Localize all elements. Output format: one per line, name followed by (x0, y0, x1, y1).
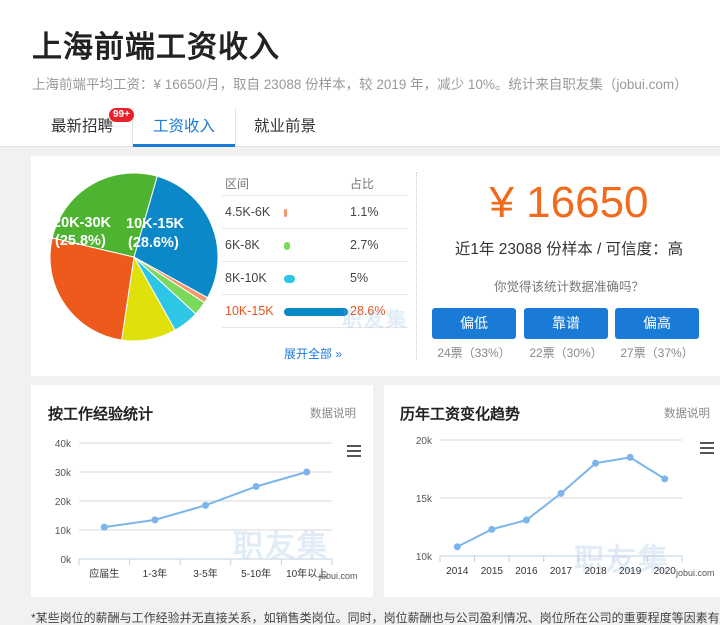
divider (416, 172, 417, 360)
x-tick-label: 1-3年 (143, 567, 167, 580)
x-tick-label: 10年以上 (286, 567, 327, 580)
table-row: 4.5K-6K 1.1% (222, 196, 408, 229)
data-point[interactable] (252, 483, 260, 490)
watermark: 职友集 (342, 309, 408, 331)
y-tick-label: 10k (55, 526, 72, 537)
x-tick-label: 3-5年 (193, 567, 217, 580)
row-ratio: 1.1% (350, 205, 379, 219)
row-range: 8K-10K (225, 271, 267, 285)
y-tick-label: 0k (60, 555, 72, 566)
data-point[interactable] (202, 501, 209, 509)
x-tick-label: 2019 (619, 566, 642, 577)
pie-label-pct-2: (25.8%) (55, 233, 106, 249)
tab-salary[interactable]: 工资收入 (132, 108, 236, 147)
x-tick-label: 2015 (481, 566, 504, 577)
pie-label-range-1: 10K-15K (126, 216, 185, 232)
x-tick-label: 2014 (446, 566, 469, 577)
vote-accurate-button[interactable]: 靠谱 (524, 308, 608, 339)
footer-note: *某些岗位的薪酬与工作经验并无直接关系，如销售类岗位。同时，岗位薪酬也与公司盈利… (31, 611, 720, 625)
page-subtitle: 上海前端平均工资：¥ 16650/月，取自 23088 份样本，较 2019 年… (32, 77, 688, 92)
data-point[interactable] (592, 459, 600, 467)
table-row: 8K-10K 5% (222, 262, 408, 295)
row-range: 6K-8K (225, 238, 260, 252)
y-tick-label: 15k (416, 494, 433, 505)
row-range: 4.5K-6K (225, 205, 271, 219)
tab-prospects[interactable]: 就业前景 (236, 108, 334, 147)
data-point[interactable] (303, 468, 311, 476)
trend-line-chart: 10k 15k 20k 2014 2015 2016 2017 2018 2019 2020 (416, 436, 683, 577)
data-point[interactable] (488, 525, 496, 533)
row-ratio: 2.7% (350, 238, 379, 252)
series-line (104, 471, 307, 529)
vote-accurate-count: 22票（30%） (529, 346, 603, 360)
x-tick-label: 2017 (550, 566, 573, 577)
row-ratio: 5% (350, 271, 369, 285)
series-line (456, 456, 666, 548)
x-tick-label: 2020 (654, 566, 677, 577)
data-point[interactable] (100, 523, 108, 531)
y-tick-label: 30k (55, 468, 72, 479)
table-row: 6K-8K 2.7% (222, 229, 408, 262)
x-tick-label: 5-10年 (241, 567, 271, 580)
data-point[interactable] (626, 453, 634, 461)
table-header: 区间 占比 (222, 170, 408, 196)
sample-info: 近1年 23088 份样本 / 可信度：高 (454, 241, 684, 258)
data-point[interactable] (151, 516, 159, 524)
expand-all-link[interactable]: 展开全部 » (284, 345, 342, 362)
x-tick-label: 2016 (515, 566, 538, 577)
x-tick-label: 2018 (584, 566, 607, 577)
data-point[interactable] (557, 489, 565, 497)
vote-low-count: 24票（33%） (437, 346, 511, 360)
data-point[interactable] (661, 475, 669, 483)
y-tick-label: 40k (55, 439, 72, 450)
accuracy-question: 你觉得该统计数据准确吗？ (493, 280, 644, 294)
page-title: 上海前端工资收入 (32, 31, 280, 64)
data-point[interactable] (453, 543, 461, 551)
vote-high-count: 27票（37%） (620, 346, 694, 360)
data-point[interactable] (522, 516, 530, 524)
y-tick-label: 20k (55, 497, 72, 508)
x-tick-label: 应届生 (89, 567, 119, 580)
y-tick-label: 20k (416, 436, 433, 447)
vote-low-button[interactable]: 偏低 (432, 308, 516, 339)
ratio-bar (284, 275, 296, 283)
pie-label-pct-1: (28.6%) (128, 235, 179, 251)
row-range: 10K-15K (225, 304, 274, 318)
ratio-bar (284, 209, 287, 217)
ratio-bar (284, 308, 348, 316)
trend-chart-panel: 历年工资变化趋势 数据说明 职友集 jobui.com 10k 15k 20k 201… (384, 385, 720, 597)
average-salary: ¥ 16650 (489, 178, 649, 227)
experience-chart-panel: 按工作经验统计 数据说明 职友集 jobui.com 0k 10k 20k 30k 40… (31, 385, 373, 597)
page-header: 上海前端工资收入 上海前端平均工资：¥ 16650/月，取自 23088 份样本… (0, 0, 720, 147)
y-tick-label: 10k (416, 552, 433, 563)
header-range: 区间 (225, 177, 250, 191)
experience-line-chart: 0k 10k 20k 30k 40k 应届生 1-3年 3-5年 5-10年 10年以上 (55, 439, 333, 580)
pie-label-range-2: 20K-30K (53, 215, 112, 231)
salary-pie-chart: 10K-15K (28.6%) 20K-30K (25.8%) (49, 172, 219, 342)
header-ratio: 占比 (350, 177, 375, 191)
vote-high-button[interactable]: 偏高 (615, 308, 699, 339)
count-badge: 99+ (108, 107, 135, 123)
ratio-bar (284, 242, 291, 250)
